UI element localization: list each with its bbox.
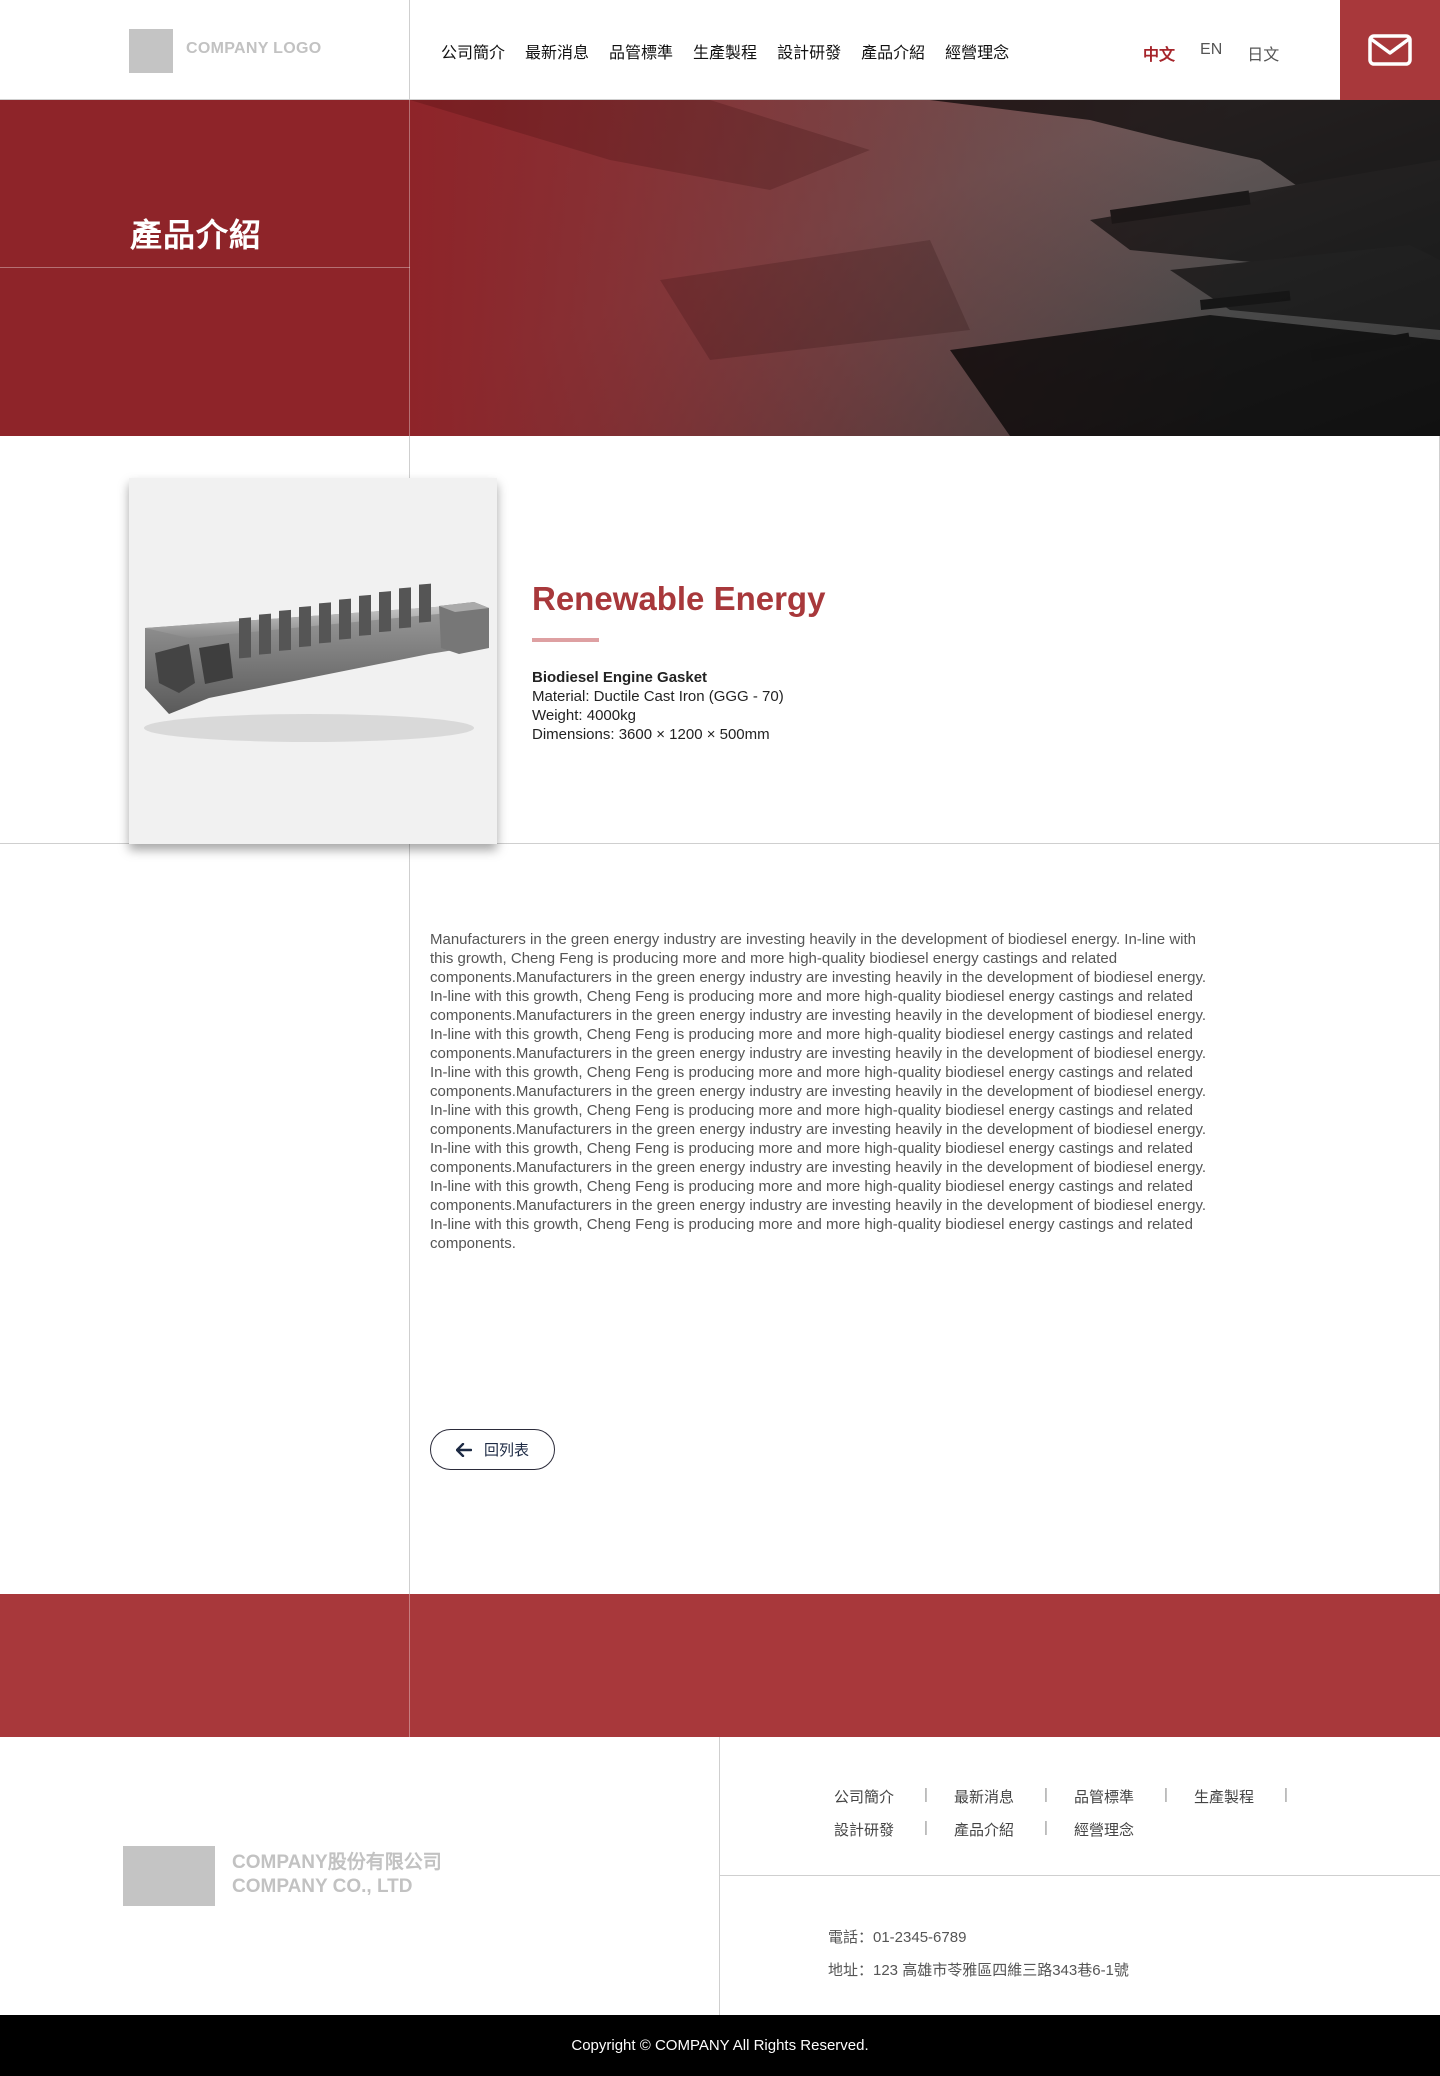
nav-item-products[interactable]: 產品介紹 [861,39,925,63]
copyright-text: Copyright © COMPANY All Rights Reserved. [571,2037,869,2054]
product-name: Biodiesel Engine Gasket [532,669,708,686]
product-image [144,583,489,742]
product-dimensions: Dimensions: 3600 × 1200 × 500mm [532,726,770,743]
site-header: COMPANY LOGO 公司簡介 最新消息 品管標準 生產製程 設計研發 產品… [0,0,1440,100]
nav-item-philosophy[interactable]: 經營理念 [945,39,1009,63]
site-footer: COMPANY股份有限公司 COMPANY CO., LTD 公司簡介 | 最新消… [0,1737,1440,2015]
nav-item-quality[interactable]: 品管標準 [609,39,673,63]
footer-company-en: COMPANY CO., LTD [232,1876,413,1897]
back-to-list-label: 回列表 [483,1442,529,1459]
footer-link-about[interactable]: 公司簡介 | [834,1786,954,1807]
lang-zh[interactable]: 中文 [1143,41,1175,65]
footer-link-production[interactable]: 生產製程 | [1194,1786,1314,1807]
logo-placeholder[interactable] [129,29,173,73]
nav-item-news[interactable]: 最新消息 [525,39,589,63]
footer-link-quality[interactable]: 品管標準 | [1074,1786,1194,1807]
banner-photo [410,100,1440,436]
page-title: 產品介紹 [130,217,263,253]
language-switcher: 中文 EN 日文 [1143,41,1279,65]
back-to-list-button[interactable]: 回列表 [430,1429,555,1470]
footer-link-news[interactable]: 最新消息 | [954,1786,1074,1807]
footer-link-products[interactable]: 產品介紹 | [954,1819,1074,1840]
footer-links-row-2: 設計研發 | 產品介紹 | 經營理念 [834,1813,1354,1846]
footer-company-name: COMPANY股份有限公司 COMPANY CO., LTD [232,1851,442,1899]
footer-divider-horizontal [720,1875,1440,1876]
title-underline [532,638,599,642]
footer-company-zh: COMPANY股份有限公司 [232,1852,442,1873]
product-image-card [129,478,497,844]
footer-logo-placeholder [123,1846,215,1906]
copyright-bar: Copyright © COMPANY All Rights Reserved. [0,2015,1440,2076]
nav-item-rnd[interactable]: 設計研發 [777,39,841,63]
product-specs: Biodiesel Engine Gasket Material: Ductil… [532,668,784,744]
footer-links-row-1: 公司簡介 | 最新消息 | 品管標準 | 生產製程 | [834,1780,1354,1813]
product-material: Material: Ductile Cast Iron (GGG - 70) [532,688,784,705]
product-description: Manufacturers in the green energy indust… [430,931,1207,1252]
lang-jp[interactable]: 日文 [1247,41,1279,65]
footer-link-rnd[interactable]: 設計研發 | [834,1819,954,1840]
footer-contact: 電話：01-2345-6789 地址：123 高雄市苓雅區四維三路343巷6-1… [828,1921,1129,1987]
footer-links: 公司簡介 | 最新消息 | 品管標準 | 生產製程 | 設計研發 | 產品介紹 | 經營理念 [834,1780,1354,1846]
footer-link-philosophy[interactable]: 經營理念 [1074,1819,1194,1840]
lang-en[interactable]: EN [1200,41,1222,65]
red-strip-divider [409,1594,410,1737]
footer-divider-vertical [719,1737,720,2015]
arrow-left-icon [455,1442,472,1457]
product-category-title: Renewable Energy [532,580,826,617]
nav-item-production[interactable]: 生產製程 [693,39,757,63]
header-divider [409,0,410,100]
footer-address: 地址：123 高雄市苓雅區四維三路343巷6-1號 [828,1962,1129,1979]
footer-red-strip [0,1594,1440,1737]
envelope-icon [1368,34,1412,66]
product-weight: Weight: 4000kg [532,707,636,724]
contact-mail-button[interactable] [1340,0,1440,100]
banner-divider-vertical [409,100,410,436]
main-nav: 公司簡介 最新消息 品管標準 生產製程 設計研發 產品介紹 經營理念 [441,39,1009,63]
logo-text[interactable]: COMPANY LOGO [186,40,321,58]
footer-phone: 電話：01-2345-6789 [828,1929,967,1946]
nav-item-about[interactable]: 公司簡介 [441,39,505,63]
banner-divider-horizontal [0,267,410,268]
page-banner: 產品介紹 [0,100,1440,436]
